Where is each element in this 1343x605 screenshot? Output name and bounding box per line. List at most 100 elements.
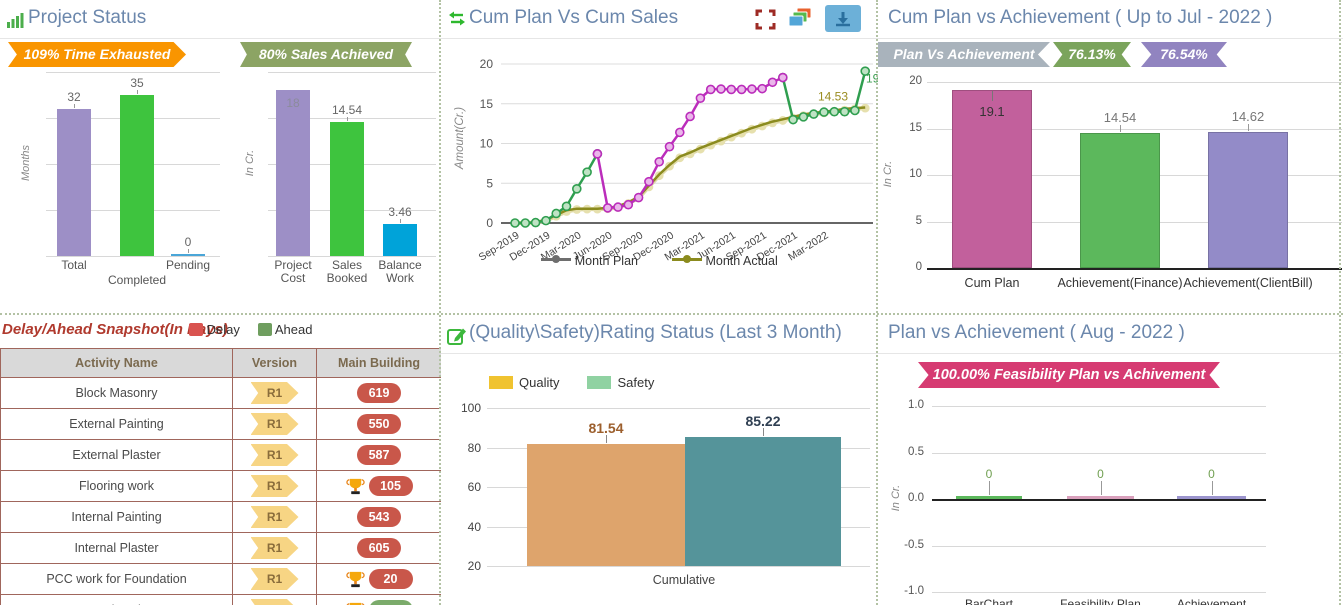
chart-legend: Month Plan Month Actual: [441, 254, 878, 268]
grid-line: [927, 82, 1342, 83]
bar: [171, 254, 205, 256]
data-point: [604, 204, 612, 212]
delay-badge: 550: [357, 414, 401, 434]
data-point: [758, 85, 766, 93]
page-title: Plan vs Achievement ( Aug - 2022 ): [888, 322, 1185, 344]
x-label: Balance Work: [369, 259, 431, 285]
panel-cum-plan-vs-cum-sales: Cum Plan Vs Cum Sales 05101520Sep-2019De…: [441, 0, 878, 313]
y-axis-label: Months: [20, 123, 32, 203]
y-tick-label: 20: [480, 57, 494, 71]
grid-line: [46, 72, 220, 73]
y-tick-label: 80: [449, 441, 481, 455]
grid-line: [932, 592, 1266, 593]
data-point: [717, 85, 725, 93]
label-connector: [1212, 481, 1213, 495]
y-tick-label: 1.0: [890, 399, 924, 411]
data-point: [666, 143, 674, 151]
col-main-building: Main Building: [317, 349, 442, 378]
grid-line: [932, 499, 1266, 501]
table-row: Flooring workR1105: [1, 471, 442, 502]
delay-legend-swatch: [189, 323, 203, 336]
x-label: Completed: [92, 274, 182, 287]
clientbill-percent-banner: 76.54%: [1141, 42, 1227, 67]
panel-header: Cum Plan Vs Cum Sales: [441, 0, 878, 39]
bar: [57, 109, 91, 256]
dashboard: Project Status 109% Time Exhausted 80% S…: [0, 0, 1343, 605]
version-ribbon: R1: [251, 475, 299, 497]
value-label: 0: [158, 235, 218, 249]
bar: [527, 444, 685, 566]
data-point: [686, 112, 694, 120]
value-label: 14.54: [317, 103, 377, 117]
legend-item[interactable]: Safety: [587, 375, 654, 390]
label-connector: [137, 90, 138, 94]
version-ribbon: R1: [251, 599, 299, 605]
chart-legend: Quality Safety: [489, 375, 682, 390]
x-label: Pending: [143, 259, 233, 272]
grid-line: [487, 566, 870, 567]
version-cell: R1: [233, 440, 317, 471]
layers-icon[interactable]: [788, 7, 813, 37]
data-point: [655, 158, 663, 166]
days-cell: 543: [317, 502, 442, 533]
panel-project-status: Project Status 109% Time Exhausted 80% S…: [0, 0, 441, 313]
y-tick-label: 15: [892, 122, 922, 134]
page-title: Cum Plan vs Achievement ( Up to Jul - 20…: [888, 7, 1272, 29]
data-point: [552, 209, 560, 217]
grid-line: [268, 256, 436, 257]
cum-line-chart: 05101520Sep-2019Dec-2019Mar-2020Jun-2020…: [441, 40, 878, 272]
legend-item[interactable]: Month Plan: [541, 254, 638, 268]
activity-name-cell: External Plaster: [1, 440, 233, 471]
version-ribbon: R1: [251, 506, 299, 528]
x-label: Achievement(ClientBill): [1173, 276, 1323, 290]
x-label: Cumulative: [604, 573, 764, 587]
legend-item[interactable]: Month Actual: [672, 254, 778, 268]
table-row: External PlasterR1587: [1, 440, 442, 471]
bar: [120, 95, 154, 256]
y-tick-label: 10: [892, 168, 922, 180]
label-connector: [989, 481, 990, 495]
days-cell: 20: [317, 564, 442, 595]
delay-badge: 105: [369, 476, 413, 496]
time-exhausted-banner: 109% Time Exhausted: [8, 42, 186, 67]
x-label: Achievement: [1142, 597, 1282, 605]
data-point: [593, 150, 601, 158]
fullscreen-icon[interactable]: [755, 9, 776, 35]
data-point: [573, 185, 581, 193]
bar: [1177, 496, 1246, 499]
delay-badge: 605: [357, 538, 401, 558]
table-row: PedestalR1-3: [1, 595, 442, 605]
ahead-legend-label: Ahead: [275, 322, 313, 337]
bar-chart-icon: [6, 11, 24, 29]
activity-name-cell: Internal Plaster: [1, 533, 233, 564]
panel-header: (Quality\Safety)Rating Status (Last 3 Mo…: [441, 315, 878, 354]
y-tick-label: 0.5: [890, 446, 924, 458]
data-point: [727, 85, 735, 93]
grid-line: [932, 453, 1266, 454]
version-cell: R1: [233, 502, 317, 533]
y-axis-label: In Cr.: [244, 123, 256, 203]
grid-line: [932, 546, 1266, 547]
label-connector: [347, 117, 348, 121]
version-ribbon: R1: [251, 537, 299, 559]
data-point: [799, 113, 807, 121]
ahead-legend-swatch: [258, 323, 272, 336]
panel-divider: [0, 313, 1343, 315]
version-ribbon: R1: [251, 568, 299, 590]
download-button[interactable]: [825, 5, 861, 32]
panel-header: Project Status: [0, 0, 441, 39]
table-header-row: Activity Name Version Main Building: [1, 349, 442, 378]
value-label: 0: [969, 467, 1009, 481]
legend-item[interactable]: Quality: [489, 375, 559, 390]
version-cell: R1: [233, 471, 317, 502]
grid-line: [487, 408, 870, 409]
version-ribbon: R1: [251, 444, 299, 466]
value-label: 19.1: [952, 104, 1032, 119]
delay-badge: 20: [369, 569, 413, 589]
bar: [685, 437, 841, 566]
label-connector: [1120, 125, 1121, 132]
delay-legend: Delay Ahead: [189, 322, 312, 337]
panel-delay-ahead: Delay/Ahead Snapshot(In Days) Delay Ahea…: [0, 315, 441, 605]
label-connector: [992, 91, 993, 101]
y-tick-label: 0: [486, 216, 493, 230]
